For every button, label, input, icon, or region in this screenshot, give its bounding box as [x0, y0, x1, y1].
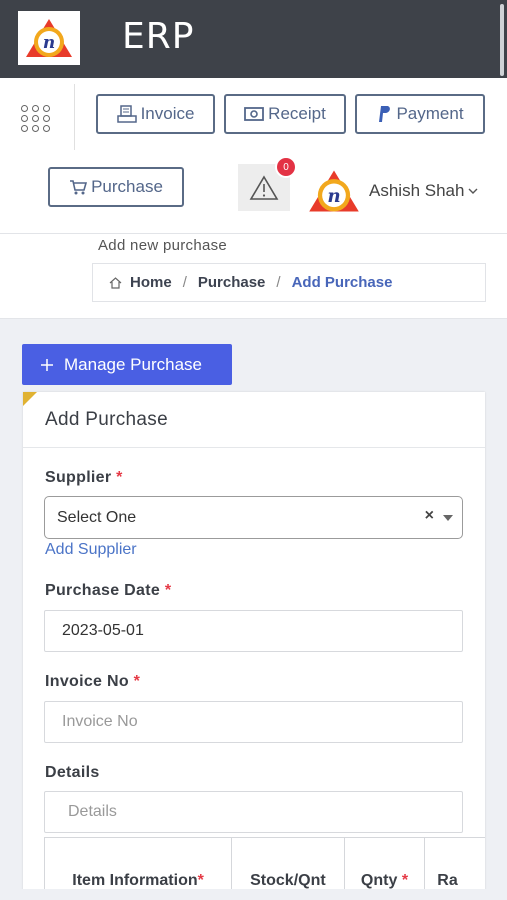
user-menu[interactable]: Ashish Shah: [369, 181, 478, 201]
notification-badge: 0: [275, 156, 297, 178]
breadcrumb: Home / Purchase / Add Purchase: [92, 263, 486, 302]
payment-label: Payment: [396, 104, 464, 123]
user-name: Ashish Shah: [369, 181, 465, 200]
add-supplier-link[interactable]: Add Supplier: [45, 541, 137, 559]
breadcrumb-current: Add Purchase: [291, 274, 393, 291]
invoice-no-field[interactable]: Invoice No: [44, 701, 463, 743]
avatar-logo-icon: n: [309, 170, 359, 212]
breadcrumb-separator: /: [276, 274, 281, 291]
plus-icon: [41, 358, 53, 371]
receipt-button[interactable]: Receipt: [224, 94, 346, 134]
page-bottom: [0, 889, 507, 900]
card-title: Add Purchase: [45, 409, 168, 430]
payment-button[interactable]: Payment: [355, 94, 485, 134]
toolbar-divider: [74, 84, 75, 150]
svg-text:n: n: [327, 186, 340, 207]
app-logo[interactable]: n: [18, 11, 80, 65]
receipt-label: Receipt: [268, 104, 326, 123]
clear-selection-icon[interactable]: ×: [425, 507, 434, 525]
details-label: Details: [45, 764, 100, 781]
purchase-button[interactable]: Purchase: [48, 167, 184, 207]
breadcrumb-purchase[interactable]: Purchase: [198, 274, 266, 291]
money-bill-icon: [244, 107, 265, 121]
purchase-label: Purchase: [91, 177, 163, 196]
app-header: n ERP: [0, 0, 507, 78]
cart-icon: [70, 180, 88, 195]
details-field[interactable]: Details: [44, 791, 463, 833]
pos-icon: [116, 105, 137, 123]
purchase-date-field[interactable]: 2023-05-01: [44, 610, 463, 652]
toolbar: Invoice Receipt Payment Purchase 0 n Ash…: [0, 78, 507, 234]
warning-icon: [249, 174, 279, 200]
manage-purchase-label: Manage Purchase: [64, 354, 202, 374]
scrollbar[interactable]: [500, 4, 504, 76]
breadcrumb-home[interactable]: Home: [130, 274, 172, 291]
paypal-icon: [379, 106, 391, 122]
invoice-label: Invoice: [140, 104, 195, 123]
apps-grid-icon[interactable]: [18, 100, 54, 136]
manage-purchase-button[interactable]: Manage Purchase: [22, 344, 232, 385]
page-subtitle: Add new purchase: [98, 237, 228, 254]
supplier-label: Supplier *: [45, 469, 123, 486]
page-header: Add new purchase Home / Purchase / Add P…: [0, 234, 507, 319]
invoice-button[interactable]: Invoice: [96, 94, 215, 134]
logo-icon: n: [26, 19, 72, 57]
breadcrumb-separator: /: [182, 274, 187, 291]
chevron-down-icon: [468, 188, 478, 194]
home-icon: [109, 276, 122, 289]
app-title: ERP: [122, 16, 195, 57]
caret-down-icon[interactable]: [443, 515, 453, 521]
card-corner-marker: [23, 392, 37, 406]
svg-text:n: n: [43, 33, 55, 53]
add-purchase-card: Add Purchase Supplier * Select One × Add…: [23, 392, 485, 900]
avatar[interactable]: n: [306, 166, 362, 216]
invoice-no-label: Invoice No *: [45, 673, 141, 690]
purchase-date-label: Purchase Date *: [45, 582, 172, 599]
supplier-select[interactable]: Select One ×: [44, 496, 463, 539]
card-divider: [23, 447, 485, 448]
supplier-select-value: Select One: [57, 508, 137, 526]
